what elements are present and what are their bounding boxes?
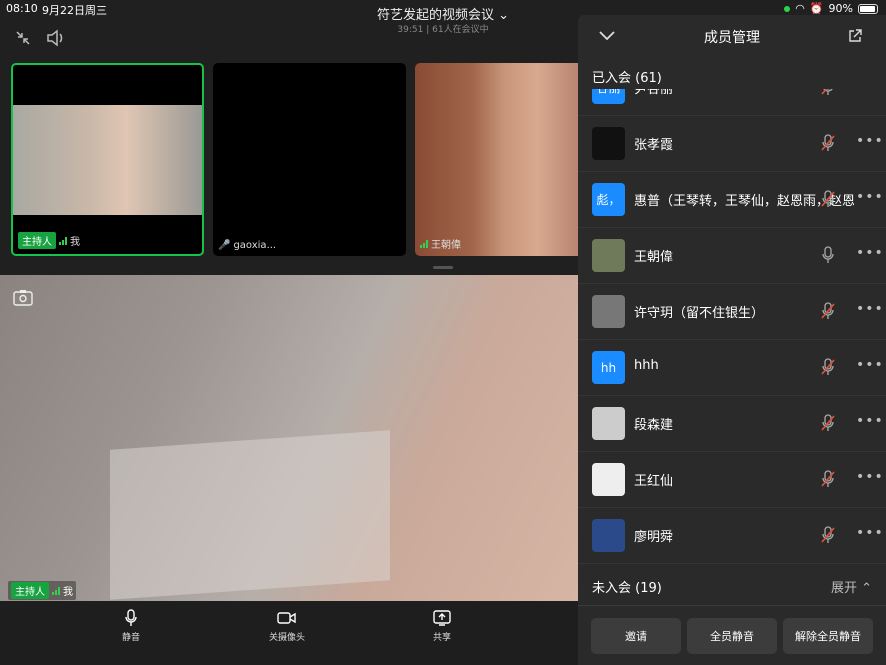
mic-muted-icon[interactable] bbox=[821, 302, 835, 320]
video-tile-wang[interactable]: 王朝偉 bbox=[415, 63, 578, 256]
avatar bbox=[592, 519, 625, 552]
mic-muted-icon: 🎤 bbox=[218, 240, 231, 251]
member-panel: 成员管理 已入会 (61) 谷丽尹谷丽•••张孝霞•••彪，惠普（王琴转，王琴仙… bbox=[578, 15, 886, 665]
camera-off-label: 关摄像头 bbox=[268, 633, 305, 643]
meeting-duration: 39:51 bbox=[397, 25, 424, 35]
meeting-area: 主持人我 🎤 gaoxia... 王朝偉 主持人我 静音 关摄像头 共享 bbox=[0, 18, 578, 665]
panel-title: 成员管理 bbox=[704, 30, 760, 46]
paper-background bbox=[110, 430, 390, 600]
more-options-icon[interactable]: ••• bbox=[856, 245, 884, 261]
more-options-icon[interactable]: ••• bbox=[856, 413, 884, 429]
meeting-title-text: 符艺发起的视频会议 bbox=[376, 8, 494, 23]
more-options-icon[interactable]: ••• bbox=[856, 89, 884, 93]
mic-muted-icon[interactable] bbox=[821, 470, 835, 488]
unmute-all-button[interactable]: 解除全员静音 bbox=[783, 618, 873, 654]
more-options-icon[interactable]: ••• bbox=[856, 133, 884, 149]
video-camera-icon bbox=[277, 612, 296, 624]
avatar bbox=[592, 463, 625, 496]
more-options-icon[interactable]: ••• bbox=[856, 301, 884, 317]
chevron-up-icon: ⌃ bbox=[861, 581, 872, 596]
member-list[interactable]: 谷丽尹谷丽•••张孝霞•••彪，惠普（王琴转，王琴仙，赵恩雨，赵恩雪•••王朝偉… bbox=[578, 89, 886, 567]
switch-camera-icon[interactable] bbox=[13, 289, 33, 306]
not-joined-header: 未入会 (19) bbox=[592, 581, 662, 596]
more-options-icon[interactable]: ••• bbox=[856, 525, 884, 541]
main-video-name: 我 bbox=[63, 587, 73, 598]
expand-label: 展开 bbox=[830, 581, 857, 596]
main-video[interactable]: 主持人 我 bbox=[0, 275, 578, 601]
meeting-count: 61人在会议中 bbox=[432, 25, 489, 35]
mic-muted-icon[interactable] bbox=[821, 526, 835, 544]
chevron-down-icon: ⌄ bbox=[498, 8, 510, 23]
main-video-label: 主持人 我 bbox=[8, 581, 76, 600]
host-badge: 主持人 bbox=[18, 232, 56, 249]
avatar bbox=[592, 407, 625, 440]
member-row[interactable]: 廖明舜 ••• bbox=[578, 508, 886, 564]
mute-label: 静音 bbox=[121, 633, 140, 643]
more-options-icon[interactable]: ••• bbox=[856, 189, 884, 205]
mic-muted-icon[interactable] bbox=[821, 134, 835, 152]
mute-all-button[interactable]: 全员静音 bbox=[687, 618, 777, 654]
camera-off-button[interactable]: 关摄像头 bbox=[247, 609, 327, 643]
bottom-toolbar: 静音 关摄像头 共享 bbox=[0, 601, 578, 665]
member-row[interactable]: 许守玥（留不住银生） ••• bbox=[578, 284, 886, 340]
mic-muted-icon[interactable] bbox=[821, 414, 835, 432]
joined-header: 已入会 (61) bbox=[592, 71, 662, 86]
share-label: 共享 bbox=[432, 633, 451, 643]
tile-name: 王朝偉 bbox=[431, 240, 461, 251]
tile-name: 我 bbox=[70, 237, 80, 248]
video-tile-self[interactable]: 主持人 我 bbox=[11, 63, 204, 256]
member-row[interactable]: 彪， 惠普（王琴转，王琴仙，赵恩雨，赵恩雪 ••• bbox=[578, 172, 886, 228]
avatar bbox=[592, 127, 625, 160]
tile-label: 主持人 我 bbox=[18, 232, 80, 249]
mute-button[interactable]: 静音 bbox=[91, 609, 171, 643]
avatar: hh bbox=[592, 351, 625, 384]
microphone-icon bbox=[125, 609, 137, 626]
avatar bbox=[592, 295, 625, 328]
tile-label: 王朝偉 bbox=[420, 236, 461, 251]
avatar: 彪， bbox=[592, 183, 625, 216]
member-row[interactable]: hh hhh ••• bbox=[578, 340, 886, 396]
member-row[interactable]: 王朝偉 ••• bbox=[578, 228, 886, 284]
more-options-icon[interactable]: ••• bbox=[856, 469, 884, 485]
share-screen-icon bbox=[433, 610, 451, 626]
signal-icon bbox=[59, 236, 67, 245]
more-options-icon[interactable]: ••• bbox=[856, 357, 884, 373]
video-feed bbox=[13, 105, 202, 215]
avatar: 谷丽 bbox=[592, 89, 625, 104]
member-row[interactable]: 张孝霞 ••• bbox=[578, 116, 886, 172]
signal-icon bbox=[52, 586, 60, 595]
member-row[interactable]: 王红仙 ••• bbox=[578, 452, 886, 508]
mic-muted-icon[interactable] bbox=[821, 358, 835, 376]
mic-muted-icon[interactable] bbox=[821, 190, 835, 208]
share-button[interactable]: 共享 bbox=[402, 609, 482, 643]
tile-label: 🎤 gaoxia... bbox=[218, 240, 276, 251]
member-row[interactable]: 段森建 ••• bbox=[578, 396, 886, 452]
mic-muted-icon[interactable] bbox=[821, 89, 835, 96]
divider bbox=[578, 605, 886, 606]
signal-icon bbox=[420, 239, 428, 248]
member-row[interactable]: 谷丽尹谷丽••• bbox=[578, 89, 886, 116]
video-feed bbox=[415, 63, 578, 256]
tile-name: gaoxia... bbox=[233, 240, 277, 251]
video-tile-gaoxia[interactable]: 🎤 gaoxia... bbox=[213, 63, 406, 256]
popout-icon[interactable] bbox=[848, 29, 862, 43]
host-badge: 主持人 bbox=[11, 582, 49, 599]
invite-button[interactable]: 邀请 bbox=[591, 618, 681, 654]
drag-handle[interactable] bbox=[433, 266, 453, 269]
microphone-icon[interactable] bbox=[821, 246, 835, 264]
expand-button[interactable]: 展开 ⌃ bbox=[831, 577, 872, 596]
avatar bbox=[592, 239, 625, 272]
